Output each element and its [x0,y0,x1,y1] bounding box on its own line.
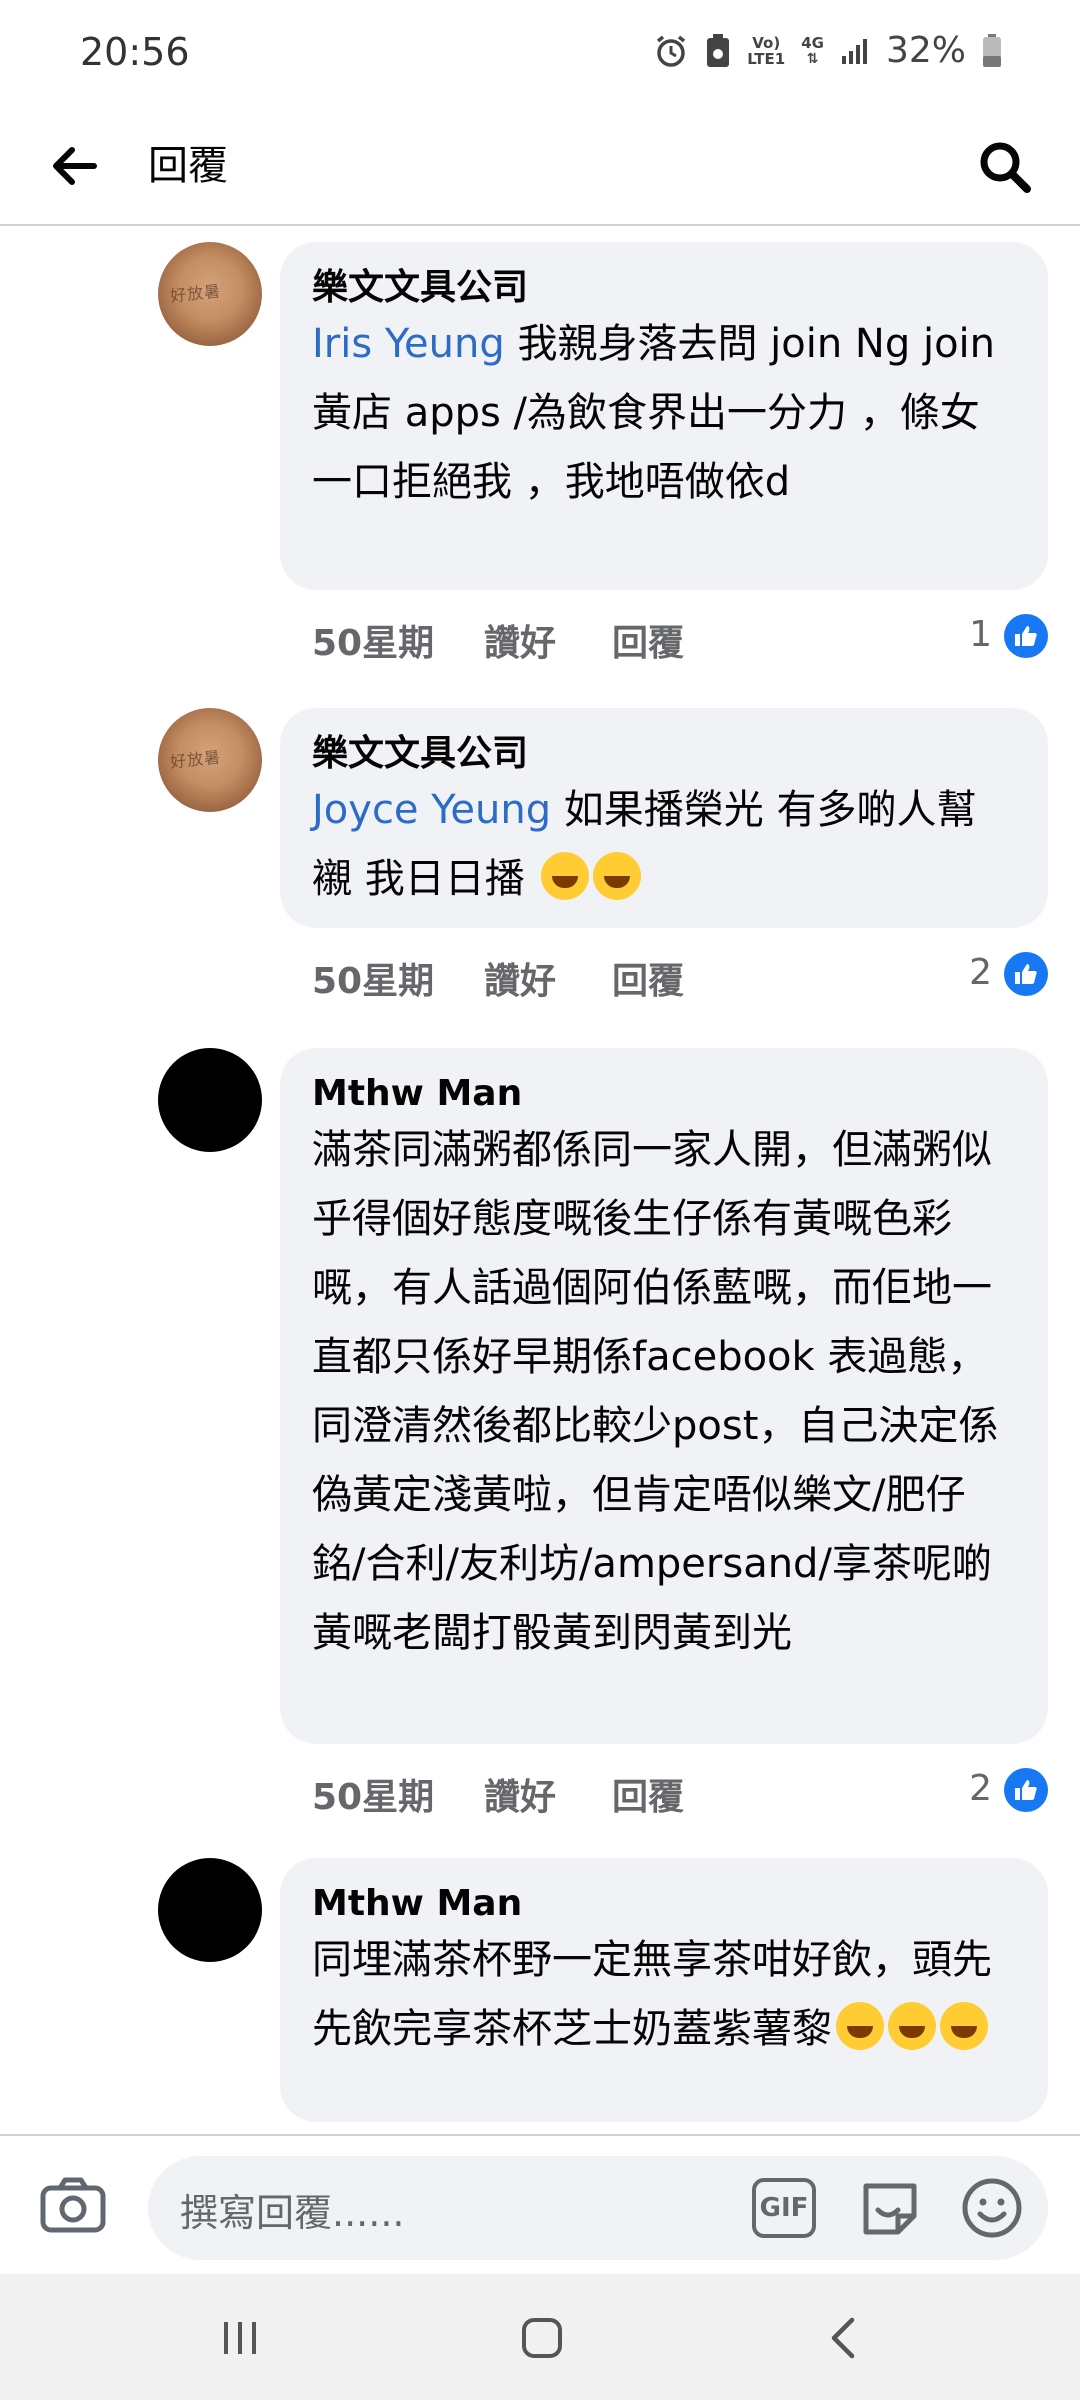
reaction-count[interactable]: 1 [969,614,992,655]
comment-meta: 50星期 讚好 回覆 2 [312,946,1048,1002]
home-button[interactable] [512,2308,572,2368]
signal-icon [840,36,870,66]
comment-meta: 50星期 讚好 回覆 1 [312,608,1048,664]
comment-text: 同埋滿茶杯野一定無享茶咁好飲，頭先先飲完享茶杯芝士奶蓋紫薯黎 [312,1937,992,2052]
home-icon [522,2318,562,2358]
comment-time[interactable]: 50星期 [312,1768,434,1820]
back-chevron-icon [831,2317,855,2359]
emoji-button[interactable] [960,2176,1024,2240]
battery-saver-icon [705,33,731,69]
reaction-count[interactable]: 2 [969,1768,992,1809]
thumbs-up-icon[interactable] [1004,614,1048,658]
smiley-icon [962,2178,1022,2238]
recents-icon [224,2322,256,2354]
alarm-icon [653,33,689,69]
reaction-count[interactable]: 2 [969,952,992,993]
comment-bubble[interactable]: Mthw Man 同埋滿茶杯野一定無享茶咁好飲，頭先先飲完享茶杯芝士奶蓋紫薯黎 [280,1858,1048,2122]
status-icons: Vo) LTE1 4G ⇅ 32% [653,30,1002,71]
like-button[interactable]: 讚好 [484,952,556,1004]
comment-text: 滿茶同滿粥都係同一家人開，但滿粥似乎得個好態度嘅後生仔係有黃嘅色彩嘅，有人話過個… [312,1127,999,1656]
laughing-emoji-icon [940,2002,988,2050]
comment-item: 好放暑 樂文文具公司 Iris Yeung 我親身落去問 join Ng joi… [0,242,1080,664]
arrow-left-icon [53,147,97,185]
battery-icon [982,33,1002,68]
laughing-emoji-icon [541,852,590,900]
reply-button[interactable]: 回覆 [612,1768,684,1820]
commenter-name[interactable]: 樂文文具公司 [312,732,1016,776]
comment-time[interactable]: 50星期 [312,614,434,666]
camera-icon [40,2177,106,2233]
reply-input[interactable]: 撰寫回覆...... GIF [148,2156,1048,2260]
like-button[interactable]: 讚好 [484,614,556,666]
comment-text: Joyce Yeung 如果播榮光 有多啲人幫襯 我日日播 [312,787,977,902]
gif-button[interactable]: GIF [752,2178,816,2238]
reply-composer: 撰寫回覆...... GIF [0,2134,1080,2274]
commenter-name[interactable]: Mthw Man [312,1882,1016,1926]
mention-link[interactable]: Joyce Yeung [312,787,551,833]
status-time: 20:56 [80,30,190,74]
comments-list[interactable]: 好放暑 樂文文具公司 Iris Yeung 我親身落去問 join Ng joi… [0,228,1080,2134]
comment-text: Iris Yeung 我親身落去問 join Ng join 黃店 apps /… [312,321,996,505]
laughing-emoji-icon [593,852,642,900]
thumbs-up-icon[interactable] [1004,1768,1048,1812]
battery-percent: 32% [885,30,966,71]
commenter-name[interactable]: Mthw Man [312,1072,1016,1116]
comment-item: Mthw Man 滿茶同滿粥都係同一家人開，但滿粥似乎得個好態度嘅後生仔係有黃嘅… [0,1048,1080,1828]
comment-time[interactable]: 50星期 [312,952,434,1004]
recents-button[interactable] [210,2308,270,2368]
search-icon [980,142,1031,193]
search-button[interactable] [970,132,1040,202]
system-navigation-bar [0,2274,1080,2400]
laughing-emoji-icon [836,2002,884,2050]
sticker-icon [863,2183,917,2235]
camera-button[interactable] [40,2176,110,2236]
laughing-emoji-icon [888,2002,936,2050]
mention-link[interactable]: Iris Yeung [312,321,505,367]
like-button[interactable]: 讚好 [484,1768,556,1820]
thumbs-up-icon[interactable] [1004,952,1048,996]
reply-input-placeholder: 撰寫回覆...... [180,2191,405,2235]
avatar[interactable]: 好放暑 [158,708,262,812]
avatar[interactable] [158,1048,262,1152]
comment-item: Mthw Man 同埋滿茶杯野一定無享茶咁好飲，頭先先飲完享茶杯芝士奶蓋紫薯黎 [0,1858,1080,2134]
status-bar: 20:56 Vo) LTE1 4G ⇅ 32% [0,0,1080,110]
comment-meta: 50星期 讚好 回覆 2 [312,1762,1048,1818]
comment-bubble[interactable]: Mthw Man 滿茶同滿粥都係同一家人開，但滿粥似乎得個好態度嘅後生仔係有黃嘅… [280,1048,1048,1744]
sticker-button[interactable] [858,2176,922,2240]
reply-button[interactable]: 回覆 [612,614,684,666]
avatar[interactable]: 好放暑 [158,242,262,346]
back-button[interactable] [44,136,104,196]
page-title: 回覆 [148,143,228,189]
comment-item: 好放暑 樂文文具公司 Joyce Yeung 如果播榮光 有多啲人幫襯 我日日播… [0,708,1080,1002]
top-app-bar: 回覆 [0,110,1080,226]
data-indicator: 4G ⇅ [801,33,824,67]
comment-bubble[interactable]: 樂文文具公司 Iris Yeung 我親身落去問 join Ng join 黃店… [280,242,1048,590]
avatar[interactable] [158,1858,262,1962]
reply-button[interactable]: 回覆 [612,952,684,1004]
volte-indicator: Vo) LTE1 [747,33,786,68]
commenter-name[interactable]: 樂文文具公司 [312,266,1016,310]
system-back-button[interactable] [814,2308,874,2368]
comment-bubble[interactable]: 樂文文具公司 Joyce Yeung 如果播榮光 有多啲人幫襯 我日日播 [280,708,1048,928]
